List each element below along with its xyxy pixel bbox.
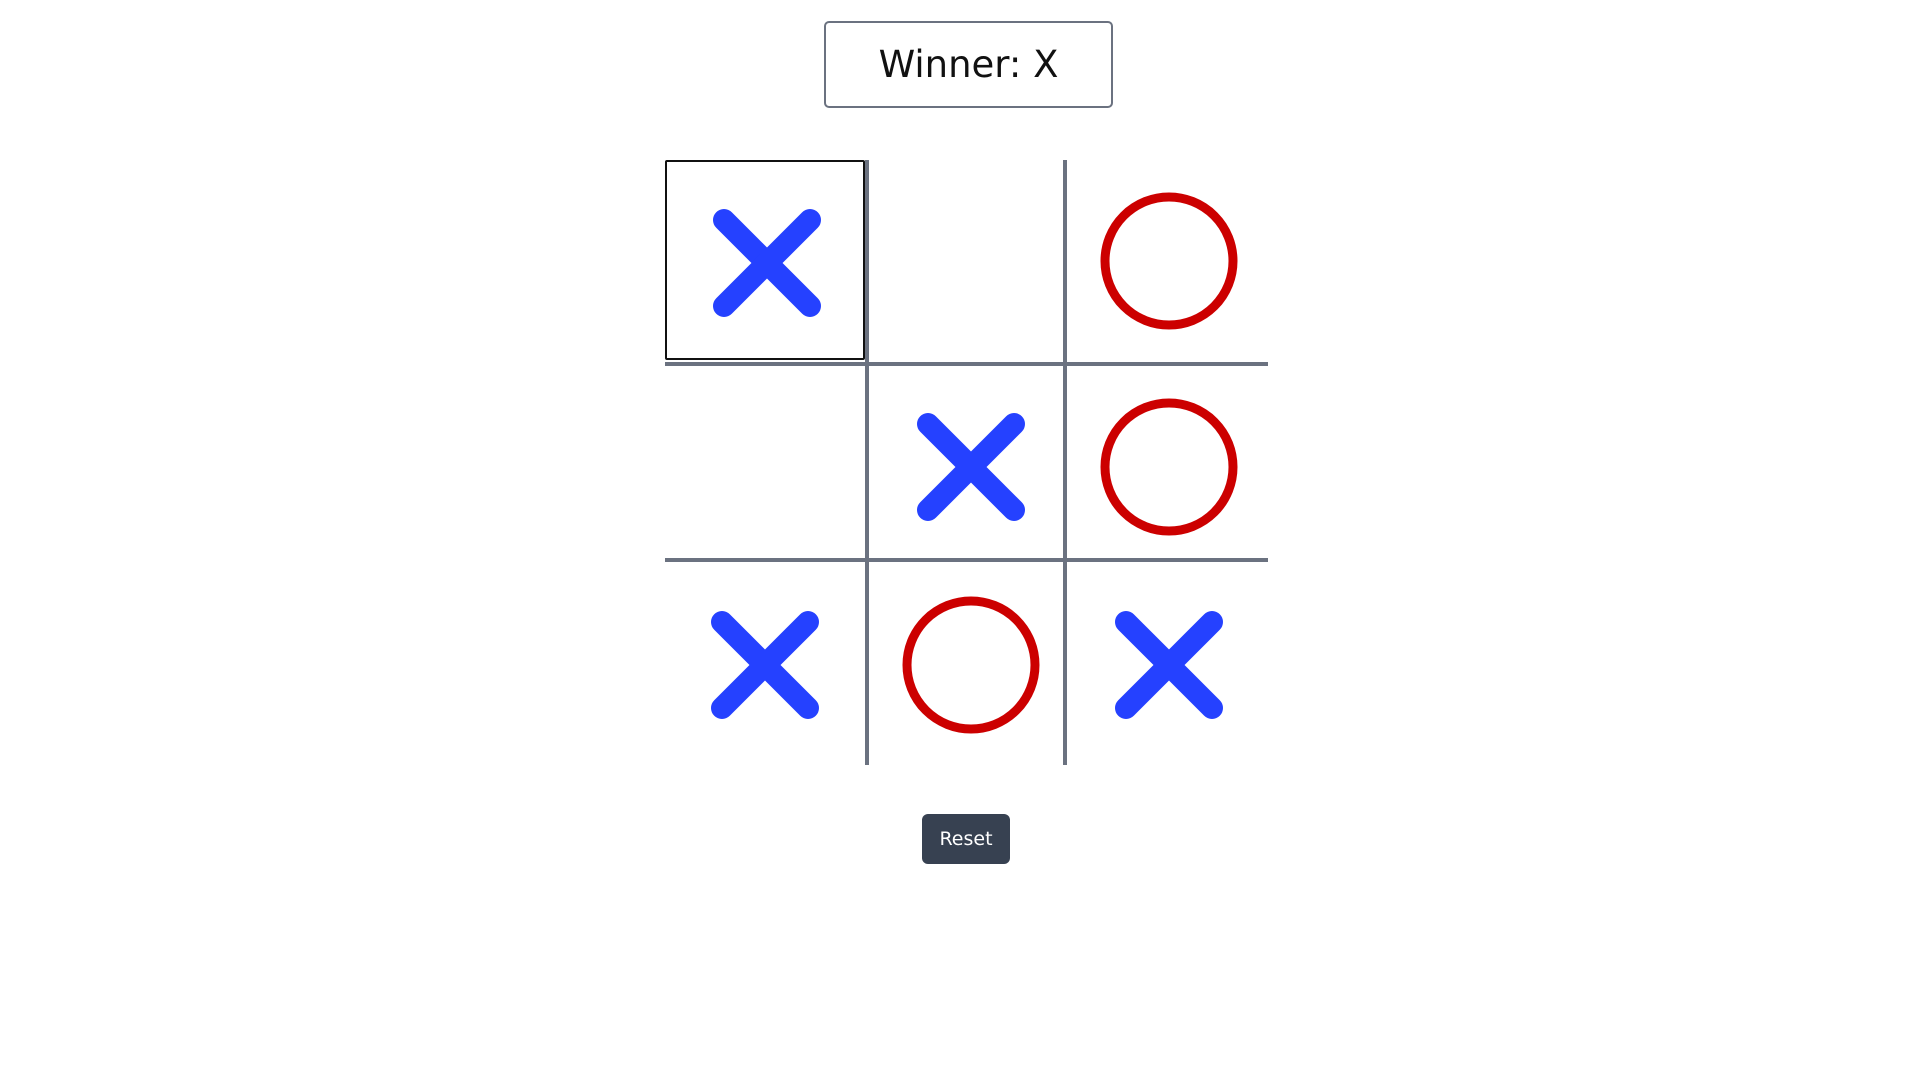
board-cell-1[interactable] xyxy=(665,160,865,360)
board-cell-7[interactable] xyxy=(665,564,865,764)
x-mark-icon xyxy=(1115,611,1223,719)
game-board xyxy=(665,160,1268,765)
reset-button[interactable]: Reset xyxy=(922,814,1010,864)
o-mark-icon xyxy=(1100,398,1238,536)
board-cell-8[interactable] xyxy=(871,564,1071,764)
o-mark-icon xyxy=(1100,192,1238,330)
x-mark-icon xyxy=(917,413,1025,521)
board-cell-5[interactable] xyxy=(871,366,1071,566)
board-cell-4[interactable] xyxy=(665,366,865,566)
winner-status: Winner: X xyxy=(824,21,1113,108)
board-cell-6[interactable] xyxy=(1069,366,1269,566)
board-cell-9[interactable] xyxy=(1069,564,1269,764)
o-mark-icon xyxy=(902,596,1040,734)
o-mark-ring xyxy=(1100,192,1238,330)
board-cell-3[interactable] xyxy=(1069,160,1269,360)
x-mark-icon xyxy=(711,611,819,719)
board-cell-2[interactable] xyxy=(871,160,1071,360)
tic-tac-toe-page: Winner: X Reset xyxy=(0,0,1919,1079)
winner-status-text: Winner: X xyxy=(878,43,1059,86)
x-mark-icon xyxy=(713,209,821,317)
o-mark-ring xyxy=(1100,398,1238,536)
o-mark-ring xyxy=(902,596,1040,734)
